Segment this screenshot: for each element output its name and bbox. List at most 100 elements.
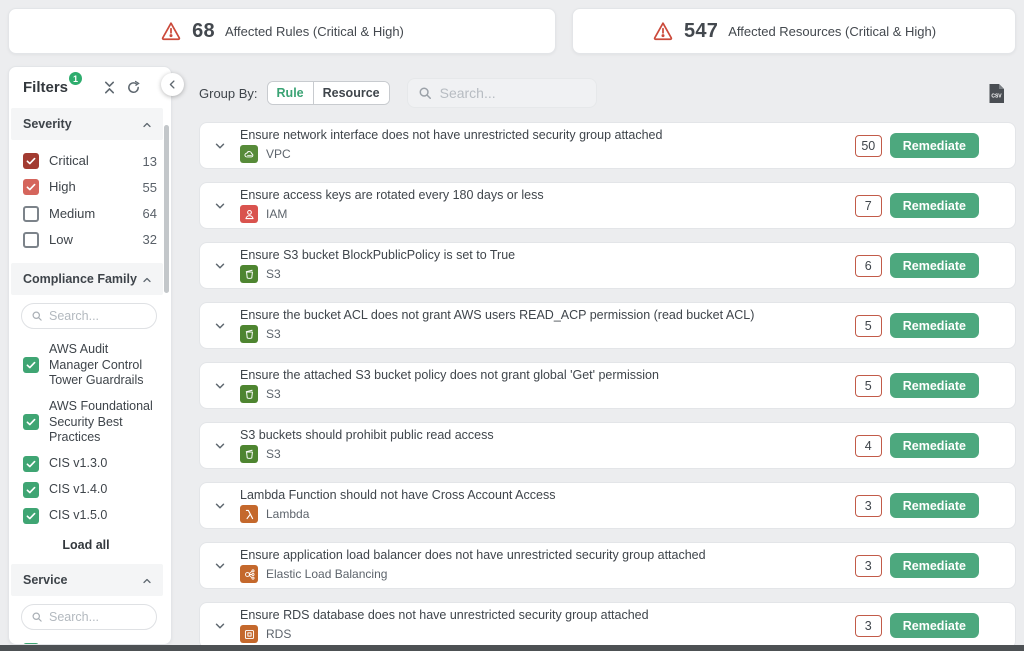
expand-chevron-down-icon[interactable] — [213, 139, 227, 153]
rule-text-block: Ensure network interface does not have u… — [240, 128, 662, 163]
checkbox-unchecked-icon[interactable] — [23, 232, 39, 248]
expand-chevron-down-icon[interactable] — [213, 439, 227, 453]
rule-title: Ensure access keys are rotated every 180… — [240, 188, 544, 202]
checkbox-checked-icon[interactable] — [23, 414, 39, 430]
remediate-button[interactable]: Remediate — [890, 433, 979, 458]
filter-option-label: High — [49, 179, 76, 195]
rule-row-actions: 5Remediate — [855, 313, 979, 338]
expand-chevron-down-icon[interactable] — [213, 559, 227, 573]
filter-option-label: Medium — [49, 206, 95, 222]
compliance-family-section-header[interactable]: Compliance Family — [11, 263, 163, 295]
filters-panel: Filters 1 Severity Critical13High5 — [8, 66, 172, 645]
service-search-input[interactable] — [49, 610, 147, 624]
iam-icon — [240, 205, 258, 223]
rule-text-block: Ensure the bucket ACL does not grant AWS… — [240, 308, 754, 343]
rule-service-line: S3 — [240, 325, 754, 343]
expand-chevron-down-icon[interactable] — [213, 319, 227, 333]
expand-chevron-down-icon[interactable] — [213, 379, 227, 393]
filter-option-cis-v1-4-0[interactable]: CIS v1.4.0 — [9, 477, 163, 503]
expand-chevron-down-icon[interactable] — [213, 499, 227, 513]
remediate-button[interactable]: Remediate — [890, 553, 979, 578]
remediate-button[interactable]: Remediate — [890, 193, 979, 218]
rule-service-line: RDS — [240, 625, 649, 643]
rule-row-actions: 50 Remediate — [855, 133, 979, 158]
filter-option-cis-v1-3-0[interactable]: CIS v1.3.0 — [9, 451, 163, 477]
checkbox-checked-icon[interactable] — [23, 456, 39, 472]
chevron-up-icon — [141, 273, 153, 285]
checkbox-checked-icon[interactable] — [23, 357, 39, 373]
filters-title: Filters 1 — [23, 79, 68, 96]
service-section-header[interactable]: Service — [11, 564, 163, 596]
severity-section-header[interactable]: Severity — [11, 108, 163, 140]
remediate-button[interactable]: Remediate — [890, 313, 979, 338]
filter-option-label: CIS v1.5.0 — [49, 508, 107, 524]
expand-chevron-down-icon[interactable] — [213, 199, 227, 213]
load-all-button[interactable]: Load all — [9, 529, 163, 560]
checkbox-checked-icon[interactable] — [23, 508, 39, 524]
rule-service-label: S3 — [266, 447, 281, 461]
sidebar-scrollbar[interactable] — [164, 125, 169, 293]
collapse-sections-icon[interactable] — [102, 80, 117, 95]
remediate-button[interactable]: Remediate — [890, 493, 979, 518]
checkbox-checked-icon[interactable] — [23, 179, 39, 195]
remediate-button[interactable]: Remediate — [890, 253, 979, 278]
service-section-label: Service — [23, 573, 67, 587]
csv-file-icon[interactable]: CSV — [988, 83, 1005, 104]
remediate-button[interactable]: Remediate — [890, 373, 979, 398]
rule-title: Ensure application load balancer does no… — [240, 548, 706, 562]
remediate-button[interactable]: Remediate — [890, 613, 979, 638]
checkbox-unchecked-icon[interactable] — [23, 206, 39, 222]
filter-option-label: AWS Audit Manager Control Tower Guardrai… — [49, 342, 157, 389]
checkbox-checked-icon[interactable] — [23, 643, 39, 644]
filter-option-medium[interactable]: Medium64 — [9, 201, 163, 227]
remediate-button[interactable]: Remediate — [890, 133, 979, 158]
rule-text-block: Ensure access keys are rotated every 180… — [240, 188, 544, 223]
filter-option-label: AWS Foundational Security Best Practices — [49, 399, 157, 446]
group-by-label: Group By: — [199, 86, 258, 101]
rules-list: Ensure network interface does not have u… — [199, 122, 1016, 649]
rule-row-actions: 6Remediate — [855, 253, 979, 278]
affected-rules-label: Affected Rules (Critical & High) — [225, 24, 404, 39]
group-by-rule-option[interactable]: Rule — [268, 82, 313, 104]
rules-toolbar: Group By: Rule Resource CSV — [199, 78, 1016, 108]
rule-service-line: VPC — [240, 145, 662, 163]
rule-row: Lambda Function should not have Cross Ac… — [199, 482, 1016, 529]
expand-chevron-down-icon[interactable] — [213, 259, 227, 273]
rule-row: Ensure application load balancer does no… — [199, 542, 1016, 589]
collapse-panel-button[interactable] — [161, 73, 184, 96]
bottom-edge-strip — [0, 645, 1024, 651]
filter-option-high[interactable]: High55 — [9, 174, 163, 200]
compliance-family-search-input[interactable] — [49, 309, 147, 323]
rule-service-label: IAM — [266, 207, 287, 221]
vpc-icon — [240, 145, 258, 163]
rules-search-input[interactable] — [440, 85, 586, 101]
group-by-resource-option[interactable]: Resource — [313, 82, 389, 104]
checkbox-checked-icon[interactable] — [23, 482, 39, 498]
service-search[interactable] — [21, 604, 157, 630]
compliance-family-search[interactable] — [21, 303, 157, 329]
filter-option-critical[interactable]: Critical13 — [9, 148, 163, 174]
rule-service-label: S3 — [266, 387, 281, 401]
rule-row: Ensure the attached S3 bucket policy doe… — [199, 362, 1016, 409]
filter-option-aws-foundational-security-best-practices[interactable]: AWS Foundational Security Best Practices — [9, 394, 163, 451]
filter-option-cis-v1-5-0[interactable]: CIS v1.5.0 — [9, 503, 163, 529]
rule-service-label: S3 — [266, 267, 281, 281]
filter-option-low[interactable]: Low32 — [9, 227, 163, 253]
rule-title: Ensure the bucket ACL does not grant AWS… — [240, 308, 754, 322]
s3-icon — [240, 385, 258, 403]
affected-count-badge: 50 — [855, 135, 882, 157]
rules-search[interactable] — [407, 78, 597, 108]
filter-option-aws-audit-manager-control-tower-guardrails[interactable]: AWS Audit Manager Control Tower Guardrai… — [9, 337, 163, 394]
checkbox-checked-icon[interactable] — [23, 153, 39, 169]
rule-service-label: S3 — [266, 327, 281, 341]
lambda-icon — [240, 505, 258, 523]
rule-row-actions: 7Remediate — [855, 193, 979, 218]
rule-title: S3 buckets should prohibit public read a… — [240, 428, 494, 442]
expand-chevron-down-icon[interactable] — [213, 619, 227, 633]
filter-option-label: Low — [49, 232, 73, 248]
reset-filters-icon[interactable] — [126, 80, 141, 95]
s3-icon — [240, 265, 258, 283]
search-icon — [31, 611, 43, 623]
rule-text-block: Ensure the attached S3 bucket policy doe… — [240, 368, 659, 403]
filter-option-account[interactable]: Account — [9, 638, 163, 644]
